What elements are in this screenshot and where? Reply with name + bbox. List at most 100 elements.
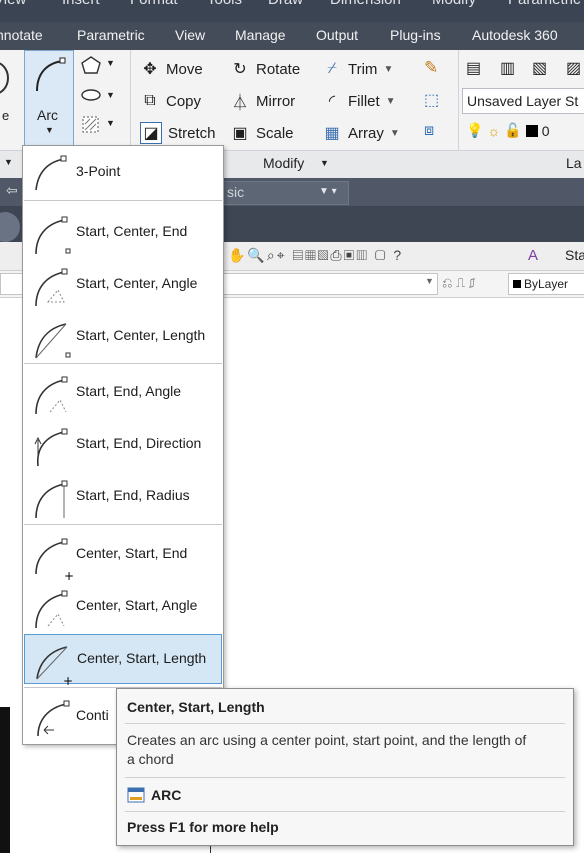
erase-icon[interactable]: ✎ bbox=[424, 58, 438, 78]
tooltip-description: Creates an arc using a center point, sta… bbox=[127, 732, 527, 748]
toolbar-fragment: Sta bbox=[565, 247, 584, 263]
arc-continue-icon bbox=[37, 700, 70, 737]
arc-start-center-end-icon bbox=[35, 216, 71, 255]
copy-button[interactable]: ⧉ Copy bbox=[140, 89, 201, 113]
tooltip-command: ARC bbox=[151, 787, 182, 803]
layer-color-swatch bbox=[525, 124, 538, 137]
explode-icon[interactable]: ⬚ bbox=[424, 90, 439, 110]
workspace-dropdown-icon: ▼ ▾ bbox=[319, 186, 337, 197]
mirror-button[interactable]: ⏃ Mirror bbox=[230, 89, 295, 113]
arc-button-label: Arc bbox=[37, 107, 58, 123]
arc-menu-item-start-end-direction[interactable]: Start, End, Direction bbox=[24, 420, 222, 468]
copy-icon: ⧉ bbox=[144, 92, 156, 109]
arc-menu-item-3point[interactable]: 3-Point bbox=[24, 148, 222, 196]
back-arrow-icon[interactable]: ⇦ bbox=[6, 182, 18, 199]
tab-parametric[interactable]: Parametric bbox=[77, 27, 145, 43]
color-dropdown[interactable]: ByLayer bbox=[508, 273, 584, 295]
rotate-icon: ↻ bbox=[233, 61, 247, 78]
trim-icon: ⌿ bbox=[327, 60, 337, 77]
array-dropdown-icon[interactable]: ▼ bbox=[390, 128, 400, 139]
tab-view[interactable]: View bbox=[175, 27, 205, 43]
polygon-dropdown-icon[interactable]: ▼ bbox=[106, 58, 115, 68]
tab-annotate[interactable]: nnotate bbox=[0, 27, 43, 43]
text-style-icon[interactable]: A bbox=[528, 247, 538, 264]
left-dark-strip bbox=[0, 707, 10, 853]
rotate-button[interactable]: ↻ Rotate bbox=[230, 57, 300, 81]
hatch-icon[interactable] bbox=[80, 114, 102, 134]
tab-manage[interactable]: Manage bbox=[235, 27, 286, 43]
trim-label: Trim bbox=[348, 60, 378, 78]
layer-dropdown-chevron-icon: ▼ bbox=[425, 276, 434, 286]
tooltip-divider bbox=[125, 811, 565, 812]
tooltip-help: Press F1 for more help bbox=[127, 819, 279, 835]
arc-menu-item-start-end-radius[interactable]: Start, End, Radius bbox=[24, 472, 222, 520]
ellipse-icon[interactable] bbox=[80, 86, 102, 104]
arc-center-start-length-icon: + bbox=[36, 646, 73, 685]
stretch-icon: ◪ bbox=[140, 122, 162, 144]
menu-view[interactable]: View bbox=[0, 0, 26, 8]
scale-button[interactable]: ▣ Scale bbox=[230, 121, 294, 145]
arc-start-center-length-icon bbox=[35, 323, 71, 359]
arc-menu-item-center-start-angle[interactable]: Center, Start, Angle bbox=[24, 582, 222, 630]
standard-tool-icons[interactable]: ✋🔍⌕⌖ ▤▦▧⎙▣▥ ▢ ? bbox=[228, 247, 403, 264]
fillet-button[interactable]: ◜ Fillet ▼ bbox=[322, 89, 396, 113]
trim-dropdown-icon[interactable]: ▼ bbox=[383, 64, 393, 75]
hatch-dropdown-icon[interactable]: ▼ bbox=[106, 118, 115, 128]
layer-tool-icons[interactable]: ⎌ ⎍ ⎎ bbox=[442, 275, 475, 291]
arc-menu-label: Center, Start, Length bbox=[77, 650, 207, 666]
layer-properties-icon[interactable]: ▤ bbox=[466, 58, 481, 78]
draw-panel-expand-icon[interactable]: ▼ bbox=[4, 157, 13, 167]
arc-menu-item-start-center-length[interactable]: Start, Center, Length bbox=[24, 312, 222, 360]
arc-menu-item-start-center-angle[interactable]: Start, Center, Angle bbox=[24, 260, 222, 308]
layer-state-dropdown[interactable]: Unsaved Layer St bbox=[462, 88, 584, 114]
ribbon-tabs: nnotate Parametric View Manage Output Pl… bbox=[0, 22, 584, 50]
layer-states-icon[interactable]: ▥ bbox=[500, 58, 515, 78]
command-icon bbox=[127, 787, 145, 803]
offset-icon[interactable]: ⧈ bbox=[424, 122, 434, 140]
menu-draw[interactable]: Draw bbox=[268, 0, 303, 8]
arc-menu-label: Start, End, Radius bbox=[76, 487, 190, 503]
arc-menu-item-center-start-length[interactable]: + Center, Start, Length bbox=[24, 634, 222, 685]
arc-menu-item-center-start-end[interactable]: + Center, Start, End bbox=[24, 530, 222, 580]
workspace-dropdown[interactable]: sic ▼ ▾ bbox=[222, 181, 349, 205]
arc-menu-item-start-end-angle[interactable]: Start, End, Angle bbox=[24, 368, 222, 416]
polygon-icon[interactable] bbox=[80, 55, 102, 75]
arc-menu-label: Start, Center, Length bbox=[76, 327, 206, 343]
menu-modify[interactable]: Modify bbox=[432, 0, 476, 8]
scale-icon: ▣ bbox=[232, 125, 248, 142]
menu-insert[interactable]: Insert bbox=[62, 0, 100, 8]
modify-panel-label[interactable]: Modify bbox=[263, 155, 304, 171]
arc-button[interactable]: Arc ▼ bbox=[24, 50, 74, 152]
color-swatch bbox=[513, 280, 521, 288]
arc-menu-label: Start, Center, End bbox=[76, 223, 188, 239]
circle-tool-icon[interactable] bbox=[0, 58, 16, 98]
file-tab[interactable] bbox=[0, 212, 20, 242]
menu-format[interactable]: Format bbox=[130, 0, 178, 8]
tab-output[interactable]: Output bbox=[316, 27, 358, 43]
stretch-button[interactable]: ◪ Stretch bbox=[140, 121, 216, 145]
arc-dropdown-menu: 3-Point Start, Center, End Start, Center… bbox=[22, 145, 224, 745]
layer-match-icon[interactable]: ▧ bbox=[532, 58, 547, 78]
move-button[interactable]: ✥ Move bbox=[140, 57, 203, 81]
tab-plugins[interactable]: Plug-ins bbox=[390, 27, 441, 43]
fillet-icon: ◜ bbox=[328, 93, 336, 110]
arc-menu-item-start-center-end[interactable]: Start, Center, End bbox=[24, 208, 222, 256]
menu-parametric[interactable]: Parametric bbox=[508, 0, 581, 8]
array-button[interactable]: ▦ Array ▼ bbox=[322, 121, 400, 145]
layer-row[interactable]: 💡 ☼ 🔓 0 bbox=[466, 122, 550, 139]
array-label: Array bbox=[348, 124, 384, 142]
ellipse-dropdown-icon[interactable]: ▼ bbox=[106, 90, 115, 100]
layer-more-icon[interactable]: ▨ bbox=[566, 58, 581, 78]
trim-button[interactable]: ⌿ Trim ▼ bbox=[322, 57, 393, 81]
layers-panel-label[interactable]: La bbox=[566, 155, 582, 171]
menu-tools[interactable]: Tools bbox=[207, 0, 242, 8]
arc-menu-label: Center, Start, End bbox=[76, 545, 188, 561]
fillet-dropdown-icon[interactable]: ▼ bbox=[386, 96, 396, 107]
menu-dimension[interactable]: Dimension bbox=[330, 0, 401, 8]
arc-icon bbox=[36, 57, 66, 92]
modify-panel-expand-icon[interactable]: ▼ bbox=[320, 158, 329, 168]
scale-label: Scale bbox=[256, 124, 294, 142]
move-label: Move bbox=[166, 60, 203, 78]
menu-bar: View Insert Format Tools Draw Dimension … bbox=[0, 0, 584, 22]
tab-autodesk-360[interactable]: Autodesk 360 bbox=[472, 27, 558, 43]
